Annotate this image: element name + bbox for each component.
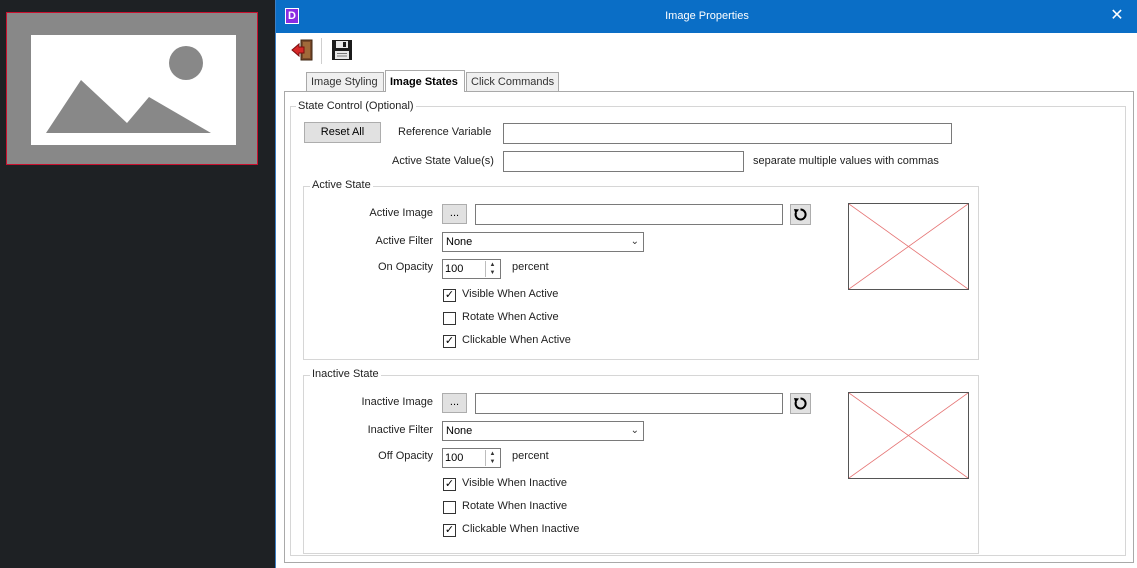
canvas-image-preview[interactable] bbox=[6, 12, 258, 165]
close-icon[interactable]: ✕ bbox=[1109, 7, 1125, 25]
off-opacity-value: 100 bbox=[445, 452, 464, 464]
save-button[interactable] bbox=[330, 38, 354, 62]
chevron-down-icon: ⌄ bbox=[630, 236, 639, 247]
active-state-values-label: Active State Value(s) bbox=[392, 155, 494, 167]
visible-when-inactive-label[interactable]: Visible When Inactive bbox=[462, 477, 567, 489]
active-filter-label: Active Filter bbox=[375, 235, 433, 247]
exit-icon bbox=[291, 39, 313, 61]
chevron-down-icon: ⌄ bbox=[630, 425, 639, 436]
reset-all-button[interactable]: Reset All bbox=[304, 122, 381, 143]
inactive-image-browse-button[interactable]: ... bbox=[442, 393, 467, 413]
active-image-reset-button[interactable] bbox=[790, 204, 811, 225]
rotate-when-inactive-label[interactable]: Rotate When Inactive bbox=[462, 500, 567, 512]
inactive-image-label: Inactive Image bbox=[361, 396, 433, 408]
state-control-legend: State Control (Optional) bbox=[296, 100, 416, 112]
active-image-preview bbox=[848, 203, 969, 290]
image-placeholder-icon bbox=[848, 203, 969, 290]
spin-down-icon[interactable]: ▼ bbox=[486, 269, 499, 277]
active-state-legend: Active State bbox=[310, 179, 373, 191]
save-icon bbox=[332, 40, 352, 60]
visible-when-inactive-checkbox[interactable]: ✓ bbox=[443, 478, 456, 491]
rotate-when-active-checkbox[interactable] bbox=[443, 312, 456, 325]
landscape-placeholder-icon bbox=[46, 46, 211, 133]
exit-button[interactable] bbox=[290, 38, 314, 62]
inactive-state-legend: Inactive State bbox=[310, 368, 381, 380]
image-placeholder bbox=[31, 35, 236, 145]
on-opacity-label: On Opacity bbox=[377, 261, 433, 273]
dialog-title: Image Properties bbox=[665, 10, 749, 22]
clickable-when-inactive-label[interactable]: Clickable When Inactive bbox=[462, 523, 579, 535]
spin-up-icon[interactable]: ▲ bbox=[486, 261, 499, 269]
off-opacity-unit: percent bbox=[512, 450, 549, 462]
active-filter-value: None bbox=[446, 236, 473, 248]
reset-icon bbox=[794, 397, 807, 410]
inactive-filter-select[interactable]: None ⌄ bbox=[442, 421, 644, 441]
active-filter-select[interactable]: None ⌄ bbox=[442, 232, 644, 252]
tab-image-states[interactable]: Image States bbox=[385, 70, 465, 92]
rotate-when-active-label[interactable]: Rotate When Active bbox=[462, 311, 559, 323]
visible-when-active-checkbox[interactable]: ✓ bbox=[443, 289, 456, 302]
reference-variable-input[interactable] bbox=[503, 123, 952, 144]
reference-variable-label: Reference Variable bbox=[398, 126, 492, 138]
on-opacity-value: 100 bbox=[445, 263, 464, 275]
active-image-input[interactable] bbox=[475, 204, 783, 225]
off-opacity-stepper[interactable]: 100 ▲ ▼ bbox=[442, 448, 501, 468]
image-properties-dialog: D Image Properties ✕ Image Styling Image… bbox=[275, 0, 1137, 568]
toolbar-separator bbox=[321, 38, 322, 64]
inactive-image-preview bbox=[848, 392, 969, 479]
inactive-filter-value: None bbox=[446, 425, 473, 437]
on-opacity-stepper[interactable]: 100 ▲ ▼ bbox=[442, 259, 501, 279]
on-opacity-spin[interactable]: ▲ ▼ bbox=[485, 261, 499, 277]
rotate-when-inactive-checkbox[interactable] bbox=[443, 501, 456, 514]
clickable-when-active-checkbox[interactable]: ✓ bbox=[443, 335, 456, 348]
active-image-label: Active Image bbox=[369, 207, 433, 219]
tab-image-styling[interactable]: Image Styling bbox=[306, 72, 384, 91]
on-opacity-unit: percent bbox=[512, 261, 549, 273]
spin-down-icon[interactable]: ▼ bbox=[486, 458, 499, 466]
clickable-when-active-label[interactable]: Clickable When Active bbox=[462, 334, 571, 346]
reset-icon bbox=[794, 208, 807, 221]
off-opacity-spin[interactable]: ▲ ▼ bbox=[485, 450, 499, 466]
clickable-when-inactive-checkbox[interactable]: ✓ bbox=[443, 524, 456, 537]
image-placeholder-icon bbox=[848, 392, 969, 479]
values-hint: separate multiple values with commas bbox=[753, 155, 939, 167]
visible-when-active-label[interactable]: Visible When Active bbox=[462, 288, 558, 300]
active-image-browse-button[interactable]: ... bbox=[442, 204, 467, 224]
spin-up-icon[interactable]: ▲ bbox=[486, 450, 499, 458]
inactive-filter-label: Inactive Filter bbox=[367, 424, 433, 436]
tab-click-commands[interactable]: Click Commands bbox=[466, 72, 559, 91]
off-opacity-label: Off Opacity bbox=[378, 450, 433, 462]
active-state-values-input[interactable] bbox=[503, 151, 744, 172]
inactive-image-input[interactable] bbox=[475, 393, 783, 414]
inactive-image-reset-button[interactable] bbox=[790, 393, 811, 414]
